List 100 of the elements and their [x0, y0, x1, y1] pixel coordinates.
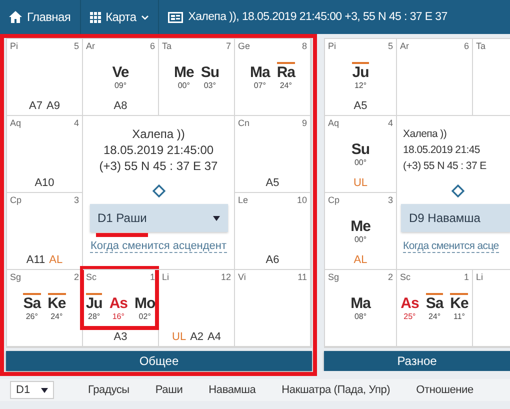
division-select[interactable]: D1 [10, 381, 54, 399]
planet-name: Ma [350, 294, 370, 312]
sign-label: Ar [400, 41, 409, 51]
caret-icon [141, 14, 150, 20]
sign-label: Pi [328, 41, 336, 51]
house-label: AL [354, 254, 368, 267]
house-number: 3 [388, 195, 393, 205]
house-label: A2 [190, 331, 204, 344]
diamond-icon [450, 184, 464, 198]
house-number: 9 [302, 118, 307, 128]
sign-label: Le [238, 195, 248, 205]
column-header: Навамша [208, 384, 256, 396]
sign-label: Ar [86, 41, 95, 51]
chart-info-text: (+3) 55 N 45 : 37 E [403, 159, 486, 174]
house-label: UL [353, 177, 368, 190]
sign-label: Li [162, 272, 170, 282]
planet-degree: 08° [354, 312, 367, 320]
planet-degree: 00° [354, 158, 367, 166]
planet-name: Sa [426, 292, 444, 312]
chart-info-text: 18.05.2019 21:45:00 [103, 142, 214, 158]
planet-degree: 03° [204, 80, 216, 90]
ascendant-change-link[interactable]: Когда сменится асце [403, 240, 499, 253]
sign-label: Sg [328, 272, 340, 282]
dropdown-arrow-icon [41, 388, 48, 392]
planet-degree: 09° [114, 80, 127, 90]
planet-degree: 07° [254, 80, 266, 90]
house-label: A5 [266, 177, 280, 190]
house-label: A6 [266, 254, 280, 267]
house-number: 5 [74, 41, 79, 51]
sign-label: Aq [10, 118, 22, 128]
house-number: 5 [388, 41, 393, 51]
chart-type-dropdown[interactable]: D1 Раши [90, 204, 228, 232]
planet-degree: 12° [354, 80, 367, 90]
sign-label: Ta [476, 41, 486, 51]
house-label: A8 [114, 100, 128, 113]
planet-degree: 28° [88, 312, 100, 320]
column-header: Накшатра (Пада, Упр) [282, 384, 390, 396]
grid-icon [90, 12, 101, 22]
planet-name: Su [351, 140, 370, 158]
planet-degree: 02° [138, 312, 151, 320]
home-icon [9, 11, 22, 23]
planet-degree: 00° [178, 80, 190, 90]
house-number: 4 [74, 118, 79, 128]
chart-info-text: 18.05.2019 21:45 [403, 143, 480, 158]
planet-name: Sa [23, 292, 41, 312]
nav-button[interactable]: Карта [80, 0, 160, 34]
planet-degree: 11° [454, 312, 466, 320]
dropdown-arrow-icon [212, 216, 220, 220]
column-header: Градусы [88, 384, 130, 396]
planet-name: As [400, 294, 419, 312]
chart-info-text: (+3) 55 N 45 : 37 E 37 [99, 158, 218, 174]
planet-degree: 00° [354, 234, 367, 244]
planet-degree: 24° [428, 312, 441, 320]
planet-degree: 25° [404, 312, 416, 320]
house-number: 6 [464, 41, 469, 51]
chart-info-text: Халепа )) [132, 126, 185, 142]
house-label: A7 [29, 100, 42, 113]
house-number: 7 [226, 41, 231, 51]
planet-name: Ke [48, 292, 66, 312]
planet-degree: 26° [26, 312, 38, 320]
house-number: 4 [388, 118, 393, 128]
sign-label: Aq [328, 118, 340, 128]
ascendant-change-link[interactable]: Когда сменится асцендент [90, 240, 227, 253]
planet-degree: 24° [280, 80, 292, 90]
house-number: 3 [74, 195, 79, 205]
planet-name: Me [174, 62, 194, 80]
sign-label: Sc [400, 272, 411, 282]
house-number: 6 [150, 41, 155, 51]
house-label: UL [172, 331, 186, 344]
house-label: A5 [354, 100, 368, 113]
planet-name: Ke [450, 292, 468, 312]
chart-info-text: Халепа )) [403, 127, 447, 142]
house-label: A9 [46, 100, 60, 113]
sign-label: Sg [10, 272, 22, 282]
sign-label: Ge [238, 41, 250, 51]
chart-type-dropdown[interactable]: D9 Навамша [401, 204, 510, 232]
house-number: 1 [150, 272, 155, 282]
house-number: 2 [388, 272, 393, 282]
planet-name: Ju [352, 62, 369, 80]
section-button[interactable]: Общее [6, 351, 312, 371]
section-button[interactable]: Разное [324, 351, 510, 371]
planet-name: Mo [134, 294, 156, 312]
house-number: 10 [296, 195, 307, 205]
planet-name: As [109, 294, 128, 312]
house-number: 11 [298, 272, 307, 282]
planet-degree: 16° [112, 312, 124, 320]
nav-button[interactable]: Главная [0, 0, 81, 34]
planet-name: Ma [250, 62, 270, 80]
id-card-icon [168, 12, 184, 22]
planet-name: Me [350, 216, 370, 234]
house-number: 12 [220, 272, 231, 282]
house-label: A11 [26, 254, 46, 267]
nav-button[interactable]: Халепа )), 18.05.2019 21:45:00 +3, 55 N 45 : 37 E 37 [159, 0, 450, 34]
sign-label: Cp [328, 195, 340, 205]
column-header: Отношение [416, 384, 474, 396]
planet-name: Su [200, 62, 219, 80]
house-number: 1 [464, 272, 469, 282]
sign-label: Ta [162, 41, 172, 51]
planet-name: Ve [112, 62, 129, 80]
planet-name: Ra [276, 62, 296, 80]
